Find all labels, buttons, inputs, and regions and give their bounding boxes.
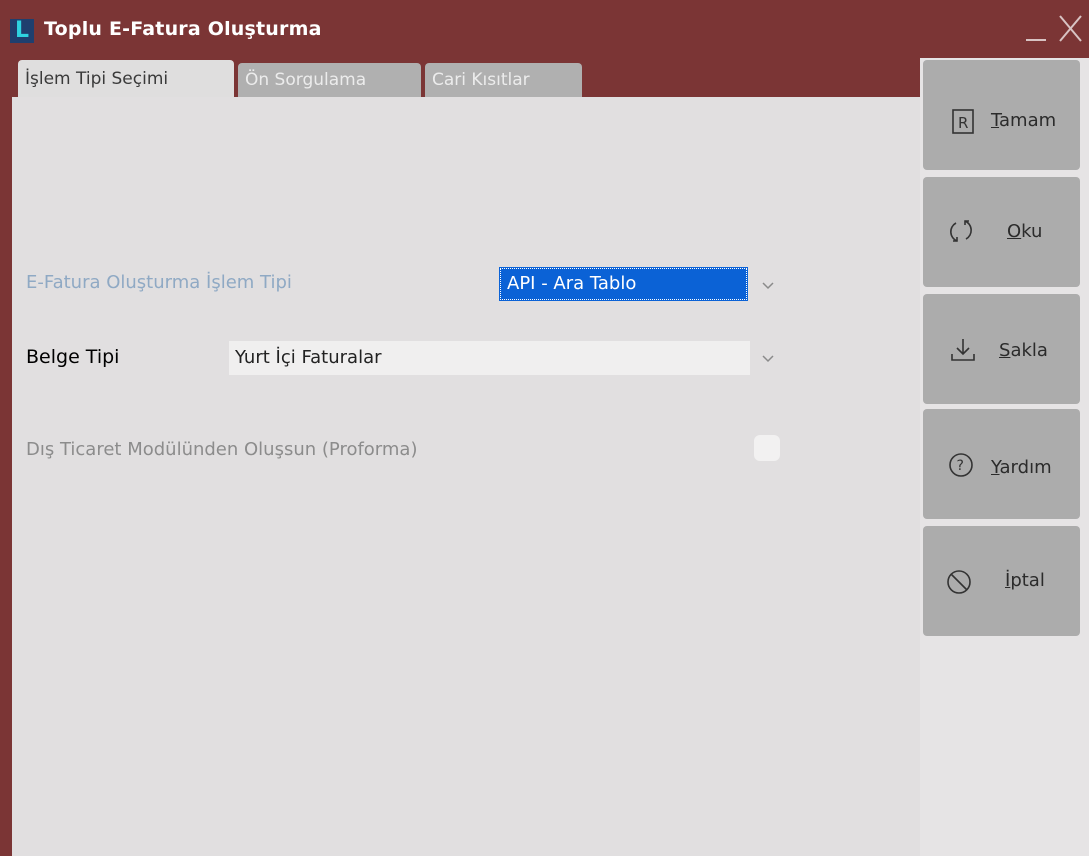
islem-tipi-label: E-Fatura Oluşturma İşlem Tipi <box>26 272 292 293</box>
belge-tipi-label: Belge Tipi <box>26 346 120 368</box>
belge-tipi-select[interactable]: Yurt İçi Faturalar <box>229 341 750 375</box>
window-title: Toplu E-Fatura Oluşturma <box>44 18 322 40</box>
title-bar: L Toplu E-Fatura Oluşturma <box>0 0 1089 58</box>
islem-tipi-select[interactable]: API - Ara Tablo <box>499 267 748 301</box>
minimize-button[interactable] <box>1023 14 1049 44</box>
tab-islem-tipi-secimi[interactable]: İşlem Tipi Seçimi <box>18 60 234 97</box>
action-sidebar: R Tamam Oku Sakla ? Yardım İptal <box>920 58 1089 856</box>
tab-on-sorgulama[interactable]: Ön Sorgulama <box>238 63 421 97</box>
cancel-icon <box>947 570 971 594</box>
svg-text:R: R <box>958 114 968 132</box>
close-button[interactable] <box>1056 12 1084 44</box>
tamam-label: Tamam <box>991 110 1057 131</box>
chevron-down-icon[interactable] <box>761 354 775 364</box>
sakla-label: Sakla <box>999 340 1048 361</box>
sakla-button[interactable]: Sakla <box>923 294 1080 404</box>
svg-text:?: ? <box>957 458 964 474</box>
content-panel <box>12 97 920 856</box>
yardim-button[interactable]: ? Yardım <box>923 409 1080 519</box>
tab-cari-kisitlar[interactable]: Cari Kısıtlar <box>425 63 582 97</box>
iptal-button[interactable]: İptal <box>923 526 1080 636</box>
iptal-label: İptal <box>1005 570 1045 591</box>
r-box-icon: R <box>952 109 974 134</box>
oku-button[interactable]: Oku <box>923 177 1080 287</box>
chevron-down-icon[interactable] <box>761 281 775 291</box>
refresh-icon <box>950 220 972 242</box>
oku-label: Oku <box>1007 221 1043 242</box>
tamam-button[interactable]: R Tamam <box>923 60 1080 170</box>
yardim-label: Yardım <box>991 457 1052 478</box>
download-icon <box>951 339 975 361</box>
close-icon <box>1059 15 1082 42</box>
dis-ticaret-checkbox[interactable] <box>754 435 780 461</box>
dis-ticaret-label: Dış Ticaret Modülünden Oluşsun (Proforma… <box>26 439 418 460</box>
app-logo-icon: L <box>10 19 34 43</box>
help-icon: ? <box>949 453 973 477</box>
